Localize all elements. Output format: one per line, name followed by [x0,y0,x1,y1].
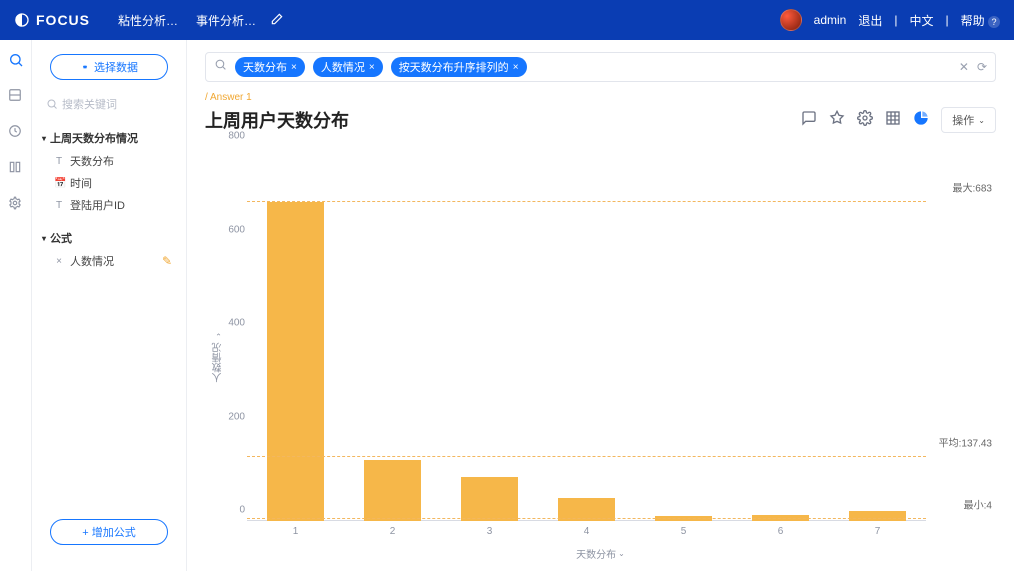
delete-formula-icon[interactable]: × [54,256,64,267]
formula-people-count[interactable]: ×人数情况 ✎ [40,250,178,272]
bar-slot [829,147,926,521]
query-chip-days[interactable]: 天数分布× [235,57,305,77]
user-area: admin 退出 | 中文 | 帮助 ? [780,9,1000,31]
logout-link[interactable]: 退出 [858,12,882,29]
y-tick: 800 [221,131,245,142]
reference-line-label: 最小:4 [964,497,992,512]
x-tick: 3 [487,526,493,537]
chip-remove-icon[interactable]: × [513,62,519,73]
query-bar[interactable]: 天数分布× 人数情况× 按天数分布升序排列的× ✕ ⟳ [205,52,996,82]
left-rail [0,40,32,571]
pin-icon[interactable] [829,110,845,131]
chart-view-icon[interactable] [913,110,929,131]
chip-remove-icon[interactable]: × [369,62,375,73]
top-nav: 粘性分析… 事件分析… [118,12,256,29]
bar[interactable] [364,460,420,521]
title-tools: 操作⌄ [801,107,996,133]
page-title: 上周用户天数分布 [205,107,349,133]
bar-slot [441,147,538,521]
add-formula-button[interactable]: + 增加公式 [50,519,168,545]
gear-icon[interactable] [857,110,873,131]
y-tick: 0 [221,505,245,516]
avatar[interactable] [780,9,802,31]
search-icon [46,98,58,110]
rail-clock-icon[interactable] [8,124,24,140]
chip-remove-icon[interactable]: × [291,62,297,73]
reference-line [247,456,926,457]
query-search-icon [214,58,227,76]
bar[interactable] [849,511,905,521]
y-tick: 600 [221,224,245,235]
query-chip-people[interactable]: 人数情况× [313,57,383,77]
rail-settings-icon[interactable] [8,196,24,212]
text-field-icon: T [54,156,64,167]
plot-area: 0200400600800最大:683平均:137.43最小:41234567 [247,147,926,521]
rail-dashboard-icon[interactable] [8,88,24,104]
x-tick: 5 [681,526,687,537]
rail-data-icon[interactable] [8,160,24,176]
main: 天数分布× 人数情况× 按天数分布升序排列的× ✕ ⟳ / Answer 1 上… [187,40,1014,571]
edit-formula-icon[interactable]: ✎ [162,254,172,268]
x-tick: 6 [778,526,784,537]
field-time[interactable]: 📅时间 [40,172,178,194]
nav-item-event[interactable]: 事件分析… [196,12,256,29]
y-axis-label[interactable]: 人数情况⌄ [211,332,226,383]
x-tick: 1 [293,526,299,537]
nav-item-sticky[interactable]: 粘性分析… [118,12,178,29]
x-tick: 2 [390,526,396,537]
user-name[interactable]: admin [814,13,847,27]
clear-query-icon[interactable]: ✕ [959,60,969,74]
field-days[interactable]: T天数分布 [40,150,178,172]
query-chip-sort[interactable]: 按天数分布升序排列的× [391,57,527,77]
brand: FOCUS [14,12,90,28]
title-row: 上周用户天数分布 操作⌄ [205,107,996,133]
y-tick: 400 [221,318,245,329]
y-tick: 200 [221,411,245,422]
select-datasource-button[interactable]: 选择数据 [50,54,168,80]
bar-slot [247,147,344,521]
reference-line [247,518,926,519]
bar-slot [732,147,829,521]
lang-link[interactable]: 中文 [910,12,934,29]
tree-section-fields[interactable]: ▾上周天数分布情况 [40,126,178,150]
bar[interactable] [267,202,323,521]
reference-line-label: 平均:137.43 [939,434,992,449]
brand-text: FOCUS [36,12,90,28]
date-field-icon: 📅 [54,178,64,189]
text-field-icon: T [54,200,64,211]
logo-icon [14,12,30,28]
divider: | [894,13,897,27]
bars-container [247,147,926,521]
comment-icon[interactable] [801,110,817,131]
bar-slot [344,147,441,521]
field-tree: ▾上周天数分布情况 T天数分布 📅时间 T登陆用户ID ▾公式 ×人数情况 ✎ [40,126,178,272]
topbar: FOCUS 粘性分析… 事件分析… admin 退出 | 中文 | 帮助 ? [0,0,1014,40]
x-tick: 7 [875,526,881,537]
reference-line [247,201,926,202]
divider: | [946,13,949,27]
tree-section-formula[interactable]: ▾公式 [40,226,178,250]
breadcrumb[interactable]: / Answer 1 [205,92,996,103]
x-tick: 4 [584,526,590,537]
operations-dropdown[interactable]: 操作⌄ [941,107,996,133]
bar-slot [538,147,635,521]
reference-line-label: 最大:683 [953,179,992,194]
chart: 人数情况⌄ 0200400600800最大:683平均:137.43最小:412… [205,147,996,567]
sidebar-search[interactable]: 搜索关键词 [40,90,178,118]
table-view-icon[interactable] [885,110,901,131]
rail-search-icon[interactable] [8,52,24,68]
bar-slot [635,147,732,521]
sidebar: 选择数据 搜索关键词 ▾上周天数分布情况 T天数分布 📅时间 T登陆用户ID ▾… [32,40,187,571]
bar[interactable] [461,477,517,521]
x-axis-label[interactable]: 天数分布⌄ [576,546,625,561]
edit-icon[interactable] [270,12,284,29]
search-placeholder: 搜索关键词 [62,96,117,112]
refresh-query-icon[interactable]: ⟳ [977,60,987,74]
help-link[interactable]: 帮助 ? [961,12,1000,29]
field-userid[interactable]: T登陆用户ID [40,194,178,216]
